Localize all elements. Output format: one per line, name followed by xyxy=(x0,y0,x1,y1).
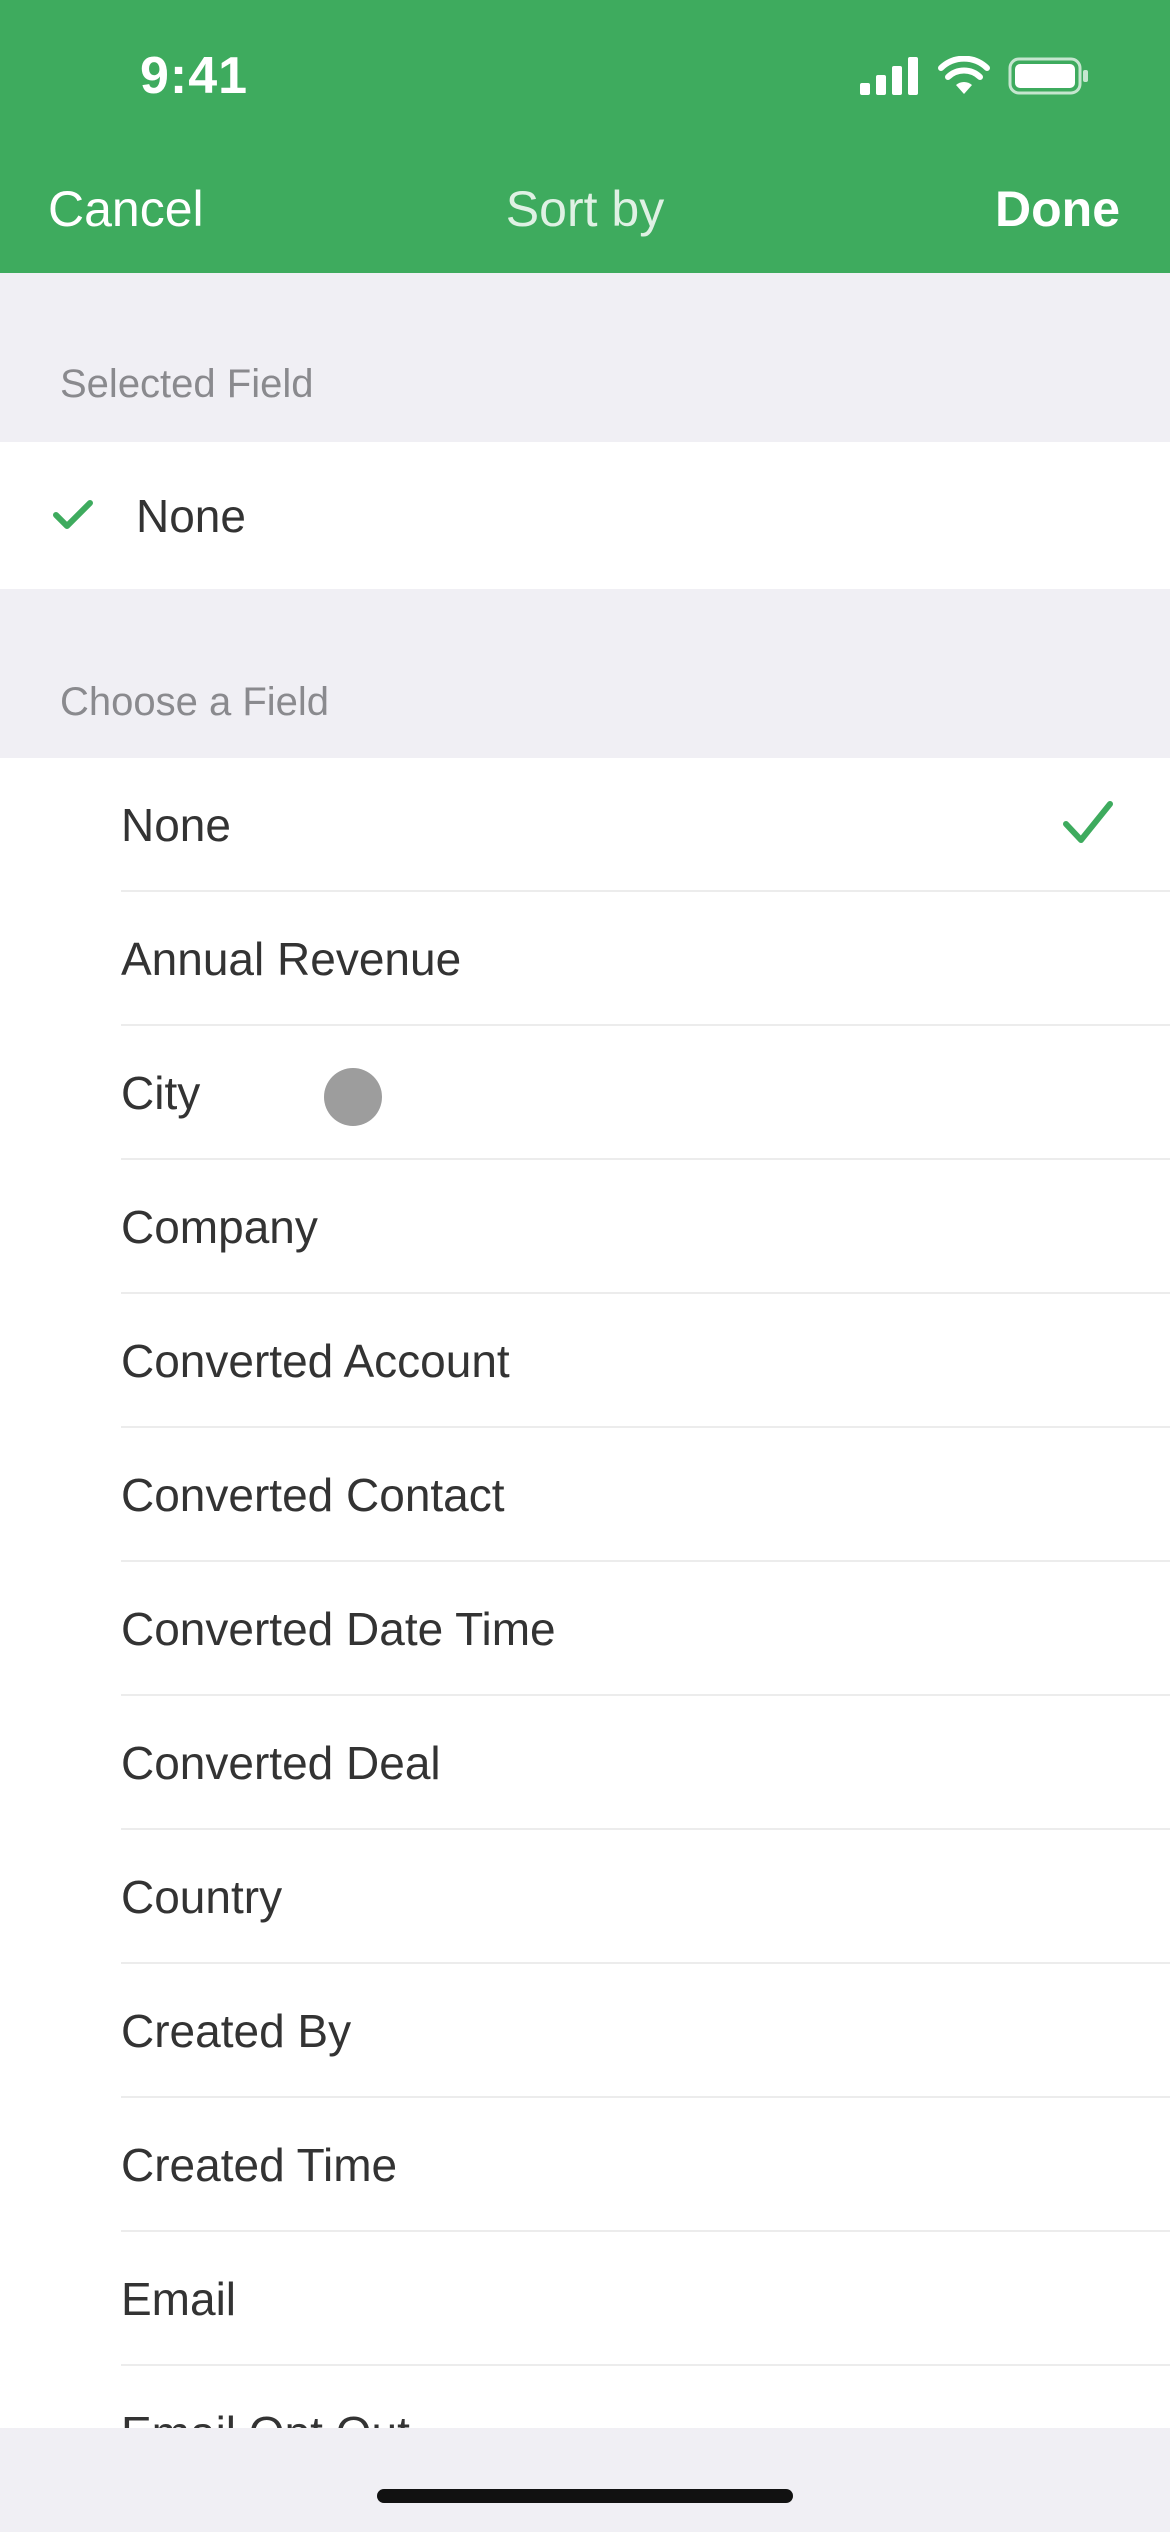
field-option-created-by[interactable]: Created By xyxy=(121,1964,1170,2098)
field-option-converted-date-time[interactable]: Converted Date Time xyxy=(121,1562,1170,1696)
field-option-label: Annual Revenue xyxy=(121,933,462,985)
field-option-label: Email xyxy=(121,2273,237,2325)
home-indicator[interactable] xyxy=(377,2489,793,2503)
field-option-label: Converted Account xyxy=(121,1335,510,1387)
field-option-label: Converted Date Time xyxy=(121,1603,556,1655)
navigation-header: 9:41 Cancel Sort by Done xyxy=(0,0,1170,273)
done-button[interactable]: Done xyxy=(995,180,1120,238)
field-option-email[interactable]: Email xyxy=(121,2232,1170,2366)
checkmark-icon xyxy=(1062,800,1114,851)
field-option-company[interactable]: Company xyxy=(121,1160,1170,1294)
field-option-label: Converted Contact xyxy=(121,1469,505,1521)
field-option-converted-contact[interactable]: Converted Contact xyxy=(121,1428,1170,1562)
field-option-email-opt-out[interactable]: Email Opt Out xyxy=(121,2366,1170,2428)
field-option-label: Email Opt Out xyxy=(121,2406,410,2428)
field-list: None Annual Revenue City Company Convert… xyxy=(0,758,1170,2428)
status-bar-icons xyxy=(860,55,1090,101)
field-option-converted-account[interactable]: Converted Account xyxy=(121,1294,1170,1428)
choose-field-section-header: Choose a Field xyxy=(60,680,330,724)
home-indicator-area xyxy=(0,2428,1170,2532)
field-option-label: Company xyxy=(121,1201,318,1253)
field-option-label: Country xyxy=(121,1871,283,1923)
field-option-label: Created By xyxy=(121,2005,352,2057)
field-option-label: Converted Deal xyxy=(121,1737,441,1789)
field-option-annual-revenue[interactable]: Annual Revenue xyxy=(121,892,1170,1026)
field-option-label: City xyxy=(121,1067,201,1119)
selected-field-value: None xyxy=(136,490,246,542)
wifi-icon xyxy=(938,55,990,101)
field-option-city[interactable]: City xyxy=(121,1026,1170,1160)
selected-field-section-header: Selected Field xyxy=(60,362,314,406)
battery-icon xyxy=(1008,56,1090,101)
touch-indicator xyxy=(324,1068,382,1126)
checkmark-icon xyxy=(52,498,94,537)
field-option-label: None xyxy=(121,799,231,851)
status-bar-time: 9:41 xyxy=(140,47,249,105)
field-option-country[interactable]: Country xyxy=(121,1830,1170,1964)
field-option-none[interactable]: None xyxy=(121,758,1170,892)
field-option-label: Created Time xyxy=(121,2139,398,2191)
field-option-created-time[interactable]: Created Time xyxy=(121,2098,1170,2232)
selected-field-row: None xyxy=(0,442,1170,589)
field-option-converted-deal[interactable]: Converted Deal xyxy=(121,1696,1170,1830)
cellular-signal-icon xyxy=(860,56,920,100)
